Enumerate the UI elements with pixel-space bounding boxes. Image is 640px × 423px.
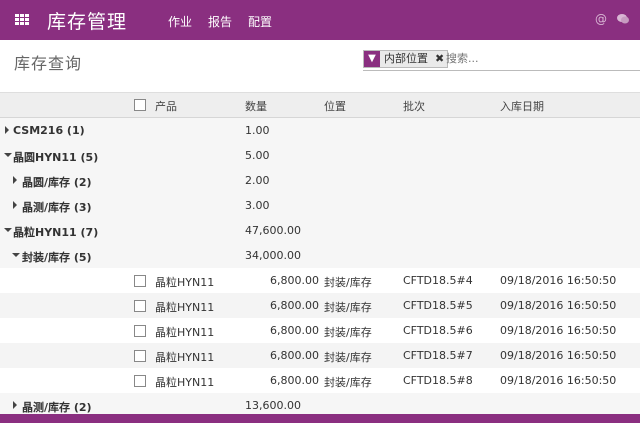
- row-checkbox[interactable]: [134, 325, 146, 337]
- group-quantity: 5.00: [245, 149, 270, 162]
- cell-product: 晶粒HYN11: [155, 326, 215, 339]
- row-checkbox[interactable]: [134, 375, 146, 387]
- apps-grid-icon[interactable]: [15, 14, 29, 26]
- group-row[interactable]: 晶测/库存 (3) 3.00: [0, 193, 640, 219]
- bottom-bar: [0, 414, 640, 423]
- cell-product: 晶粒HYN11: [155, 351, 215, 364]
- group-quantity: 1.00: [245, 124, 270, 137]
- group-quantity: 13,600.00: [245, 399, 301, 412]
- caret-right-icon: [13, 176, 17, 184]
- select-all-checkbox[interactable]: [134, 99, 146, 111]
- cell-lot: CFTD18.5#4: [403, 274, 473, 287]
- cell-lot: CFTD18.5#5: [403, 299, 473, 312]
- top-navbar: 库存管理 作业 报告 配置 @: [0, 0, 640, 40]
- menu-item-configuration[interactable]: 配置: [248, 13, 272, 30]
- group-label: 晶测/库存 (2): [22, 401, 92, 414]
- cell-location: 封装/库存: [324, 326, 372, 339]
- row-checkbox[interactable]: [134, 300, 146, 312]
- facet-remove-icon[interactable]: ✖: [432, 51, 448, 67]
- group-label: 封装/库存 (5): [22, 251, 92, 264]
- group-row[interactable]: 晶圆/库存 (2) 2.00: [0, 168, 640, 194]
- group-row[interactable]: 晶粒HYN11 (7) 47,600.00: [0, 218, 640, 244]
- group-row[interactable]: 封装/库存 (5) 34,000.00: [0, 243, 640, 269]
- row-checkbox[interactable]: [134, 275, 146, 287]
- cell-quantity: 6,800.00: [270, 274, 319, 287]
- cell-quantity: 6,800.00: [270, 374, 319, 387]
- menu-item-operations[interactable]: 作业: [168, 13, 192, 30]
- control-panel: 库存查询 ▼ 内部位置 ✖: [0, 40, 640, 93]
- caret-down-icon: [4, 228, 12, 232]
- cell-lot: CFTD18.5#8: [403, 374, 473, 387]
- caret-right-icon: [13, 201, 17, 209]
- caret-down-icon: [12, 253, 20, 257]
- search-input[interactable]: [446, 50, 636, 66]
- cell-lot: CFTD18.5#7: [403, 349, 473, 362]
- column-header-location[interactable]: 位置: [324, 98, 346, 114]
- table-row[interactable]: 晶粒HYN11 6,800.00 封装/库存 CFTD18.5#8 09/18/…: [0, 368, 640, 394]
- cell-location: 封装/库存: [324, 276, 372, 289]
- filter-icon: ▼: [364, 51, 380, 67]
- cell-product: 晶粒HYN11: [155, 301, 215, 314]
- cell-in-date: 09/18/2016 16:50:50: [500, 349, 617, 362]
- table-row[interactable]: 晶粒HYN11 6,800.00 封装/库存 CFTD18.5#7 09/18/…: [0, 343, 640, 369]
- column-header-product[interactable]: 产品: [155, 98, 177, 114]
- group-row[interactable]: CSM216 (1) 1.00: [0, 118, 640, 144]
- chat-icon[interactable]: [616, 12, 630, 26]
- cell-quantity: 6,800.00: [270, 349, 319, 362]
- column-header-quantity[interactable]: 数量: [245, 98, 267, 114]
- filter-facet[interactable]: ▼ 内部位置 ✖: [363, 50, 449, 68]
- cell-location: 封装/库存: [324, 376, 372, 389]
- cell-quantity: 6,800.00: [270, 299, 319, 312]
- cell-quantity: 6,800.00: [270, 324, 319, 337]
- cell-in-date: 09/18/2016 16:50:50: [500, 374, 617, 387]
- cell-location: 封装/库存: [324, 351, 372, 364]
- group-label: 晶圆/库存 (2): [22, 176, 92, 189]
- cell-product: 晶粒HYN11: [155, 376, 215, 389]
- group-row[interactable]: 晶圆HYN11 (5) 5.00: [0, 143, 640, 169]
- column-header-lot[interactable]: 批次: [403, 98, 425, 114]
- table-row[interactable]: 晶粒HYN11 6,800.00 封装/库存 CFTD18.5#4 09/18/…: [0, 268, 640, 294]
- row-checkbox[interactable]: [134, 350, 146, 362]
- search-bar[interactable]: ▼ 内部位置 ✖: [363, 48, 640, 71]
- cell-lot: CFTD18.5#6: [403, 324, 473, 337]
- caret-right-icon: [13, 401, 17, 409]
- caret-down-icon: [4, 153, 12, 157]
- group-quantity: 34,000.00: [245, 249, 301, 262]
- cell-location: 封装/库存: [324, 301, 372, 314]
- page-title: 库存查询: [14, 54, 83, 73]
- group-label: 晶粒HYN11 (7): [13, 226, 99, 239]
- app-title[interactable]: 库存管理: [47, 7, 127, 34]
- menu-item-reports[interactable]: 报告: [208, 13, 232, 30]
- group-label: 晶测/库存 (3): [22, 201, 92, 214]
- filter-facet-value: 内部位置: [380, 51, 432, 67]
- group-quantity: 47,600.00: [245, 224, 301, 237]
- group-label: 晶圆HYN11 (5): [13, 151, 99, 164]
- cell-product: 晶粒HYN11: [155, 276, 215, 289]
- column-header-in-date[interactable]: 入库日期: [500, 98, 544, 114]
- cell-in-date: 09/18/2016 16:50:50: [500, 274, 617, 287]
- cell-in-date: 09/18/2016 16:50:50: [500, 299, 617, 312]
- group-quantity: 3.00: [245, 199, 270, 212]
- table-header: 产品 数量 位置 批次 入库日期: [0, 93, 640, 118]
- at-icon[interactable]: @: [594, 12, 608, 26]
- cell-in-date: 09/18/2016 16:50:50: [500, 324, 617, 337]
- caret-right-icon: [5, 126, 9, 134]
- group-quantity: 2.00: [245, 174, 270, 187]
- group-row[interactable]: 晶测/库存 (2) 13,600.00: [0, 393, 640, 414]
- table-row[interactable]: 晶粒HYN11 6,800.00 封装/库存 CFTD18.5#5 09/18/…: [0, 293, 640, 319]
- table-row[interactable]: 晶粒HYN11 6,800.00 封装/库存 CFTD18.5#6 09/18/…: [0, 318, 640, 344]
- group-label: CSM216 (1): [13, 124, 85, 137]
